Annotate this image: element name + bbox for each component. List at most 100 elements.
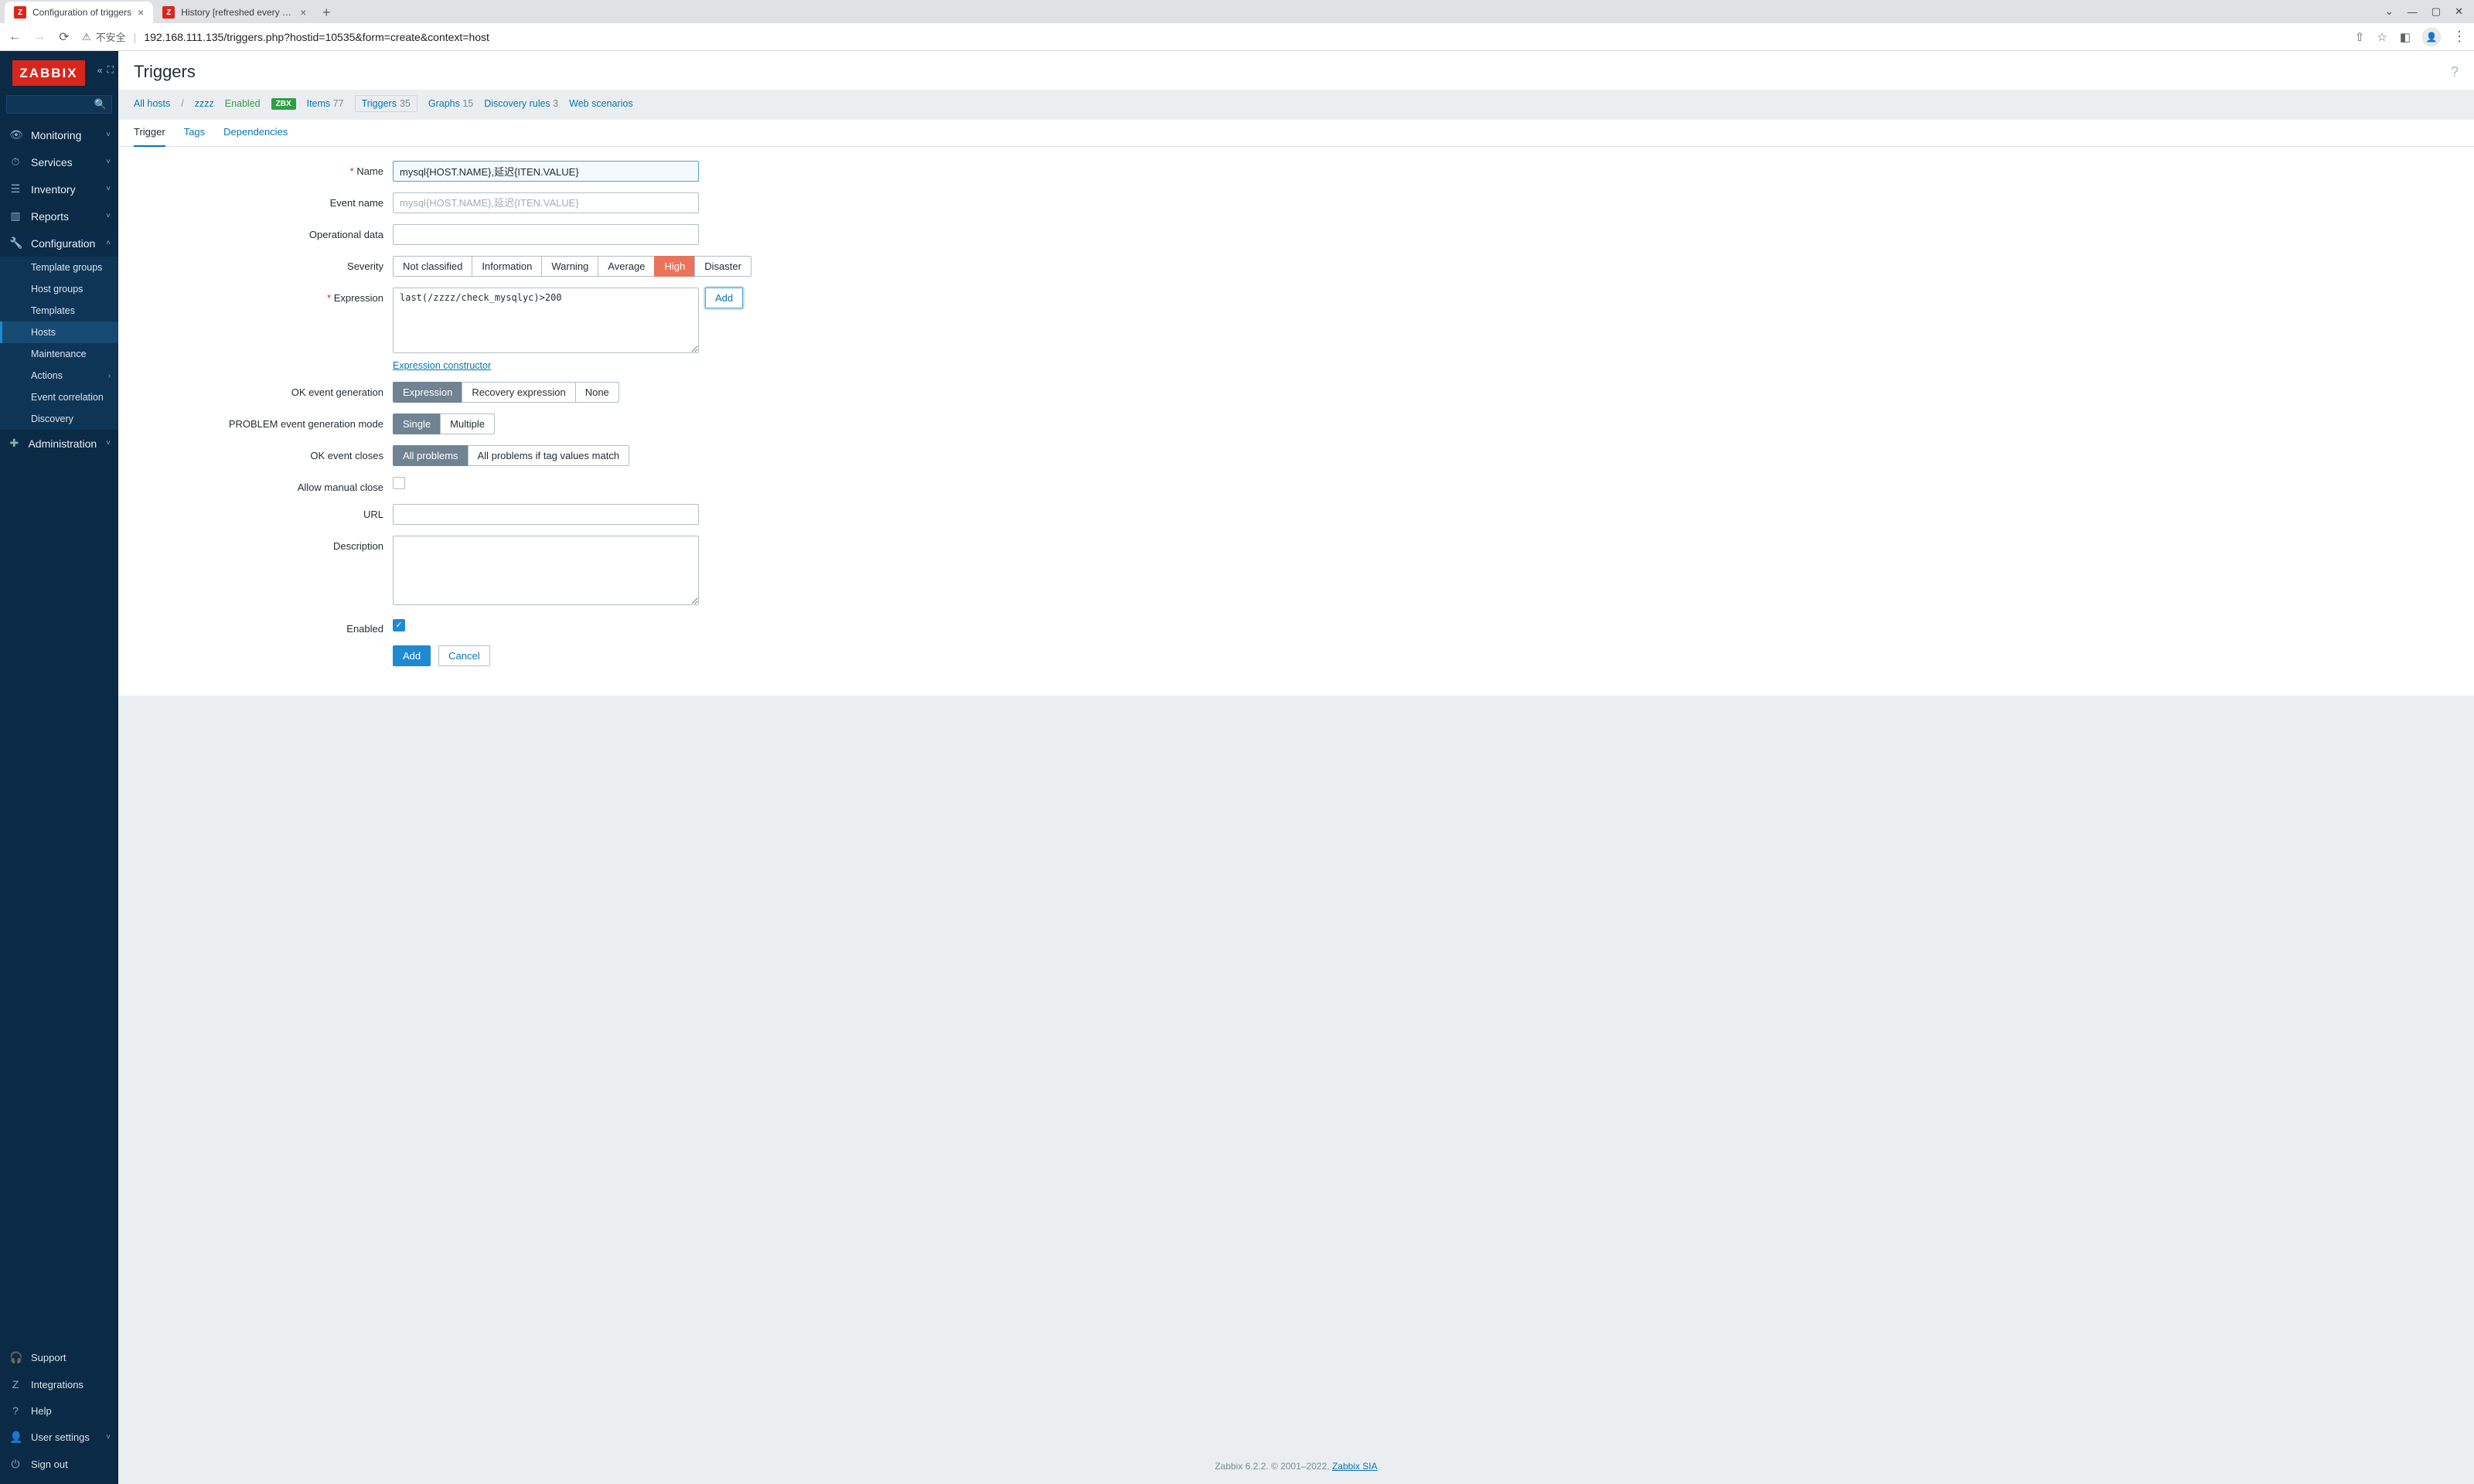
brand-logo[interactable]: ZABBIX [12, 60, 85, 86]
close-window-icon[interactable]: ✕ [2455, 5, 2463, 18]
crumb-all-hosts[interactable]: All hosts [134, 98, 170, 109]
bookmark-icon[interactable]: ☆ [2377, 30, 2387, 44]
okgen-seg-option-recovery-expression[interactable]: Recovery expression [462, 382, 575, 403]
sidebar-item-monitoring[interactable]: 👁Monitoring˅ [0, 121, 118, 148]
sidebar-bottom-support[interactable]: 🎧Support [0, 1344, 118, 1371]
reload-icon[interactable]: ⟳ [57, 29, 71, 45]
sidepanel-icon[interactable]: ◧ [2400, 30, 2411, 44]
sidebar-search[interactable]: 🔍 [6, 95, 112, 114]
profile-avatar[interactable]: 👤 [2423, 29, 2440, 46]
pmode-seg-option-single[interactable]: Single [393, 414, 441, 434]
breadcrumb: All hosts / zzzz Enabled ZBX Items 77 Tr… [118, 90, 2474, 120]
label-manual-close: Allow manual close [134, 477, 393, 493]
okcloses-seg-option-all-problems-if-tag-values-match[interactable]: All problems if tag values match [468, 445, 630, 466]
input-operational[interactable] [393, 224, 699, 245]
sidebar-subitem-hosts[interactable]: Hosts [0, 322, 118, 343]
sidebar-subitem-discovery[interactable]: Discovery [0, 408, 118, 430]
input-url[interactable] [393, 504, 699, 525]
tab-tags[interactable]: Tags [184, 120, 205, 146]
sidebar-item-services[interactable]: ⏱Services˅ [0, 148, 118, 175]
input-description[interactable] [393, 536, 699, 605]
sidebar-bottom-integrations[interactable]: ZIntegrations [0, 1371, 118, 1397]
label-enabled: Enabled [134, 618, 393, 635]
severity-seg-option-average[interactable]: Average [598, 256, 655, 277]
integrations-icon: Z [9, 1378, 22, 1390]
sidebar-bottom-sign-out[interactable]: ⏻Sign out [0, 1451, 118, 1478]
forward-icon: → [32, 30, 46, 44]
pmode-seg-option-multiple[interactable]: Multiple [440, 414, 495, 434]
browser-tab-inactive[interactable]: Z History [refreshed every 30 sec × [153, 2, 315, 23]
maximize-icon[interactable]: ▢ [2431, 5, 2441, 18]
sidebar-item-configuration[interactable]: 🔧Configuration˄ [0, 230, 118, 257]
sidebar-subitem-label: Maintenance [31, 349, 87, 359]
tab-dependencies[interactable]: Dependencies [223, 120, 288, 146]
sidebar-subitem-label: Templates [31, 305, 75, 316]
chevron-down-icon[interactable]: ⌄ [2385, 5, 2394, 18]
chevron-down-icon: ˅ [106, 185, 111, 193]
reports-icon: ▥ [9, 209, 22, 223]
crumb-graphs[interactable]: Graphs 15 [428, 98, 473, 109]
severity-seg-option-disaster[interactable]: Disaster [694, 256, 751, 277]
status-enabled: Enabled [225, 98, 261, 109]
sign-out-icon: ⏻ [9, 1458, 22, 1471]
checkbox-manual-close[interactable] [393, 477, 405, 489]
okgen-seg-option-none[interactable]: None [575, 382, 619, 403]
checkbox-enabled[interactable]: ✓ [393, 619, 405, 631]
sidebar-subitem-template-groups[interactable]: Template groups [0, 257, 118, 278]
close-icon[interactable]: × [138, 6, 144, 19]
expand-icon[interactable]: ⛶ [107, 64, 114, 76]
new-tab-button[interactable]: + [315, 2, 337, 23]
input-name[interactable] [393, 161, 699, 182]
browser-tab-active[interactable]: Z Configuration of triggers × [5, 2, 153, 23]
expression-add-button[interactable]: Add [705, 288, 743, 308]
tab-trigger[interactable]: Trigger [134, 120, 165, 147]
sidebar-subitem-label: Actions [31, 370, 63, 381]
expression-constructor-link[interactable]: Expression constructor [393, 360, 491, 371]
minimize-icon[interactable]: — [2408, 6, 2418, 18]
sidebar-item-inventory[interactable]: ☰Inventory˅ [0, 175, 118, 203]
crumb-web[interactable]: Web scenarios [569, 98, 632, 109]
severity-seg-option-not-classified[interactable]: Not classified [393, 256, 472, 277]
input-event-name[interactable] [393, 192, 699, 213]
sidebar-subitem-host-groups[interactable]: Host groups [0, 278, 118, 300]
close-icon[interactable]: × [300, 6, 306, 19]
crumb-triggers[interactable]: Triggers 35 [355, 95, 417, 112]
search-icon: 🔍 [94, 98, 107, 111]
share-icon[interactable]: ⇧ [2355, 30, 2365, 44]
sidebar-subitem-label: Hosts [31, 327, 56, 338]
sidebar-subitem-actions[interactable]: Actions› [0, 365, 118, 386]
insecure-badge[interactable]: ⚠ 不安全 [82, 29, 126, 44]
chevron-down-icon: ˅ [106, 131, 111, 139]
input-expression[interactable]: last(/zzzz/check_mysqlyc)>200 [393, 288, 699, 353]
kebab-menu-icon[interactable]: ⋮ [2452, 29, 2466, 45]
sidebar-bottom-user-settings[interactable]: 👤User settings˅ [0, 1424, 118, 1451]
cancel-button[interactable]: Cancel [438, 645, 489, 666]
url-text: 192.168.111.135/triggers.php?hostid=1053… [144, 31, 489, 43]
collapse-icon[interactable]: « [97, 65, 103, 76]
crumb-items[interactable]: Items 77 [307, 98, 344, 109]
add-button[interactable]: Add [393, 645, 431, 666]
footer-link[interactable]: Zabbix SIA [1332, 1461, 1378, 1472]
crumb-discovery[interactable]: Discovery rules 3 [484, 98, 558, 109]
crumb-host[interactable]: zzzz [195, 98, 214, 109]
okgen-seg-option-expression[interactable]: Expression [393, 382, 462, 403]
sidebar-item-reports[interactable]: ▥Reports˅ [0, 203, 118, 230]
severity-seg-option-information[interactable]: Information [472, 256, 542, 277]
sidebar-subitem-templates[interactable]: Templates [0, 300, 118, 322]
okcloses-seg-option-all-problems[interactable]: All problems [393, 445, 469, 466]
severity-seg-option-high[interactable]: High [654, 256, 695, 277]
url-region[interactable]: ⚠ 不安全 | 192.168.111.135/triggers.php?hos… [82, 29, 2344, 44]
back-icon[interactable]: ← [8, 30, 22, 44]
page-title: Triggers [134, 62, 196, 82]
address-bar: ← → ⟳ ⚠ 不安全 | 192.168.111.135/triggers.p… [0, 23, 2474, 51]
form-tabs: Trigger Tags Dependencies [118, 120, 2474, 147]
severity-seg-option-warning[interactable]: Warning [541, 256, 598, 277]
help-icon[interactable]: ? [2451, 64, 2459, 80]
sidebar-bottom-label: User settings [31, 1431, 90, 1443]
configuration-icon: 🔧 [9, 237, 22, 250]
insecure-label: 不安全 [96, 29, 126, 44]
sidebar-subitem-maintenance[interactable]: Maintenance [0, 343, 118, 365]
sidebar-bottom-help[interactable]: ?Help [0, 1397, 118, 1424]
sidebar-subitem-event-correlation[interactable]: Event correlation [0, 386, 118, 408]
sidebar-item-administration[interactable]: ✚Administration˅ [0, 430, 118, 457]
